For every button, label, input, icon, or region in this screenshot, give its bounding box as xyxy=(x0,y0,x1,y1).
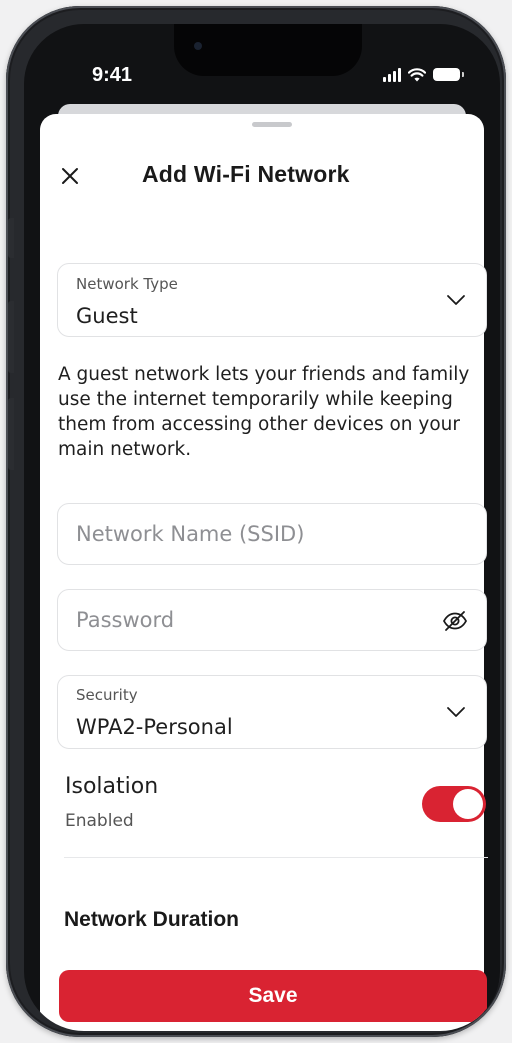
isolation-toggle[interactable] xyxy=(422,786,486,822)
sheet-header: Add Wi-Fi Network xyxy=(40,154,484,198)
wifi-icon xyxy=(408,68,426,82)
close-button[interactable] xyxy=(54,160,86,192)
volume-up-button xyxy=(8,301,14,373)
security-label: Security xyxy=(76,686,138,704)
chevron-down-icon xyxy=(447,707,465,717)
status-bar: 9:41 xyxy=(24,24,500,114)
ssid-input[interactable] xyxy=(76,504,436,564)
password-input[interactable] xyxy=(76,590,436,650)
signal-icon xyxy=(383,68,401,82)
close-icon xyxy=(62,168,78,184)
add-network-sheet: Add Wi-Fi Network Network Type Guest A g… xyxy=(40,114,488,1031)
network-type-value: Guest xyxy=(76,304,138,328)
password-field[interactable] xyxy=(57,589,487,651)
security-select[interactable]: Security WPA2-Personal xyxy=(57,675,487,749)
mute-switch xyxy=(8,218,14,258)
phone-frame: 9:41 Add Wi-Fi Network Network Type Gues… xyxy=(6,6,506,1037)
page-title: Add Wi-Fi Network xyxy=(142,161,350,187)
isolation-label: Isolation xyxy=(65,774,159,799)
network-type-label: Network Type xyxy=(76,275,178,293)
chevron-down-icon xyxy=(447,295,465,305)
eye-off-icon[interactable] xyxy=(442,609,468,633)
battery-icon xyxy=(433,68,464,81)
guest-network-description: A guest network lets your friends and fa… xyxy=(58,364,470,460)
phone-screen: 9:41 Add Wi-Fi Network Network Type Gues… xyxy=(24,24,500,1031)
volume-down-button xyxy=(8,398,14,470)
network-type-select[interactable]: Network Type Guest xyxy=(57,263,487,337)
divider xyxy=(64,857,488,858)
isolation-status: Enabled xyxy=(65,811,134,831)
save-button[interactable]: Save xyxy=(59,970,487,1022)
camera-icon xyxy=(194,42,202,50)
status-time: 9:41 xyxy=(92,64,133,86)
notch xyxy=(174,24,362,76)
security-value: WPA2-Personal xyxy=(76,715,233,739)
network-duration-heading: Network Duration xyxy=(64,908,240,931)
sheet-grabber[interactable] xyxy=(252,122,292,127)
toggle-knob xyxy=(453,789,483,819)
status-icons xyxy=(383,66,464,82)
ssid-field[interactable] xyxy=(57,503,487,565)
